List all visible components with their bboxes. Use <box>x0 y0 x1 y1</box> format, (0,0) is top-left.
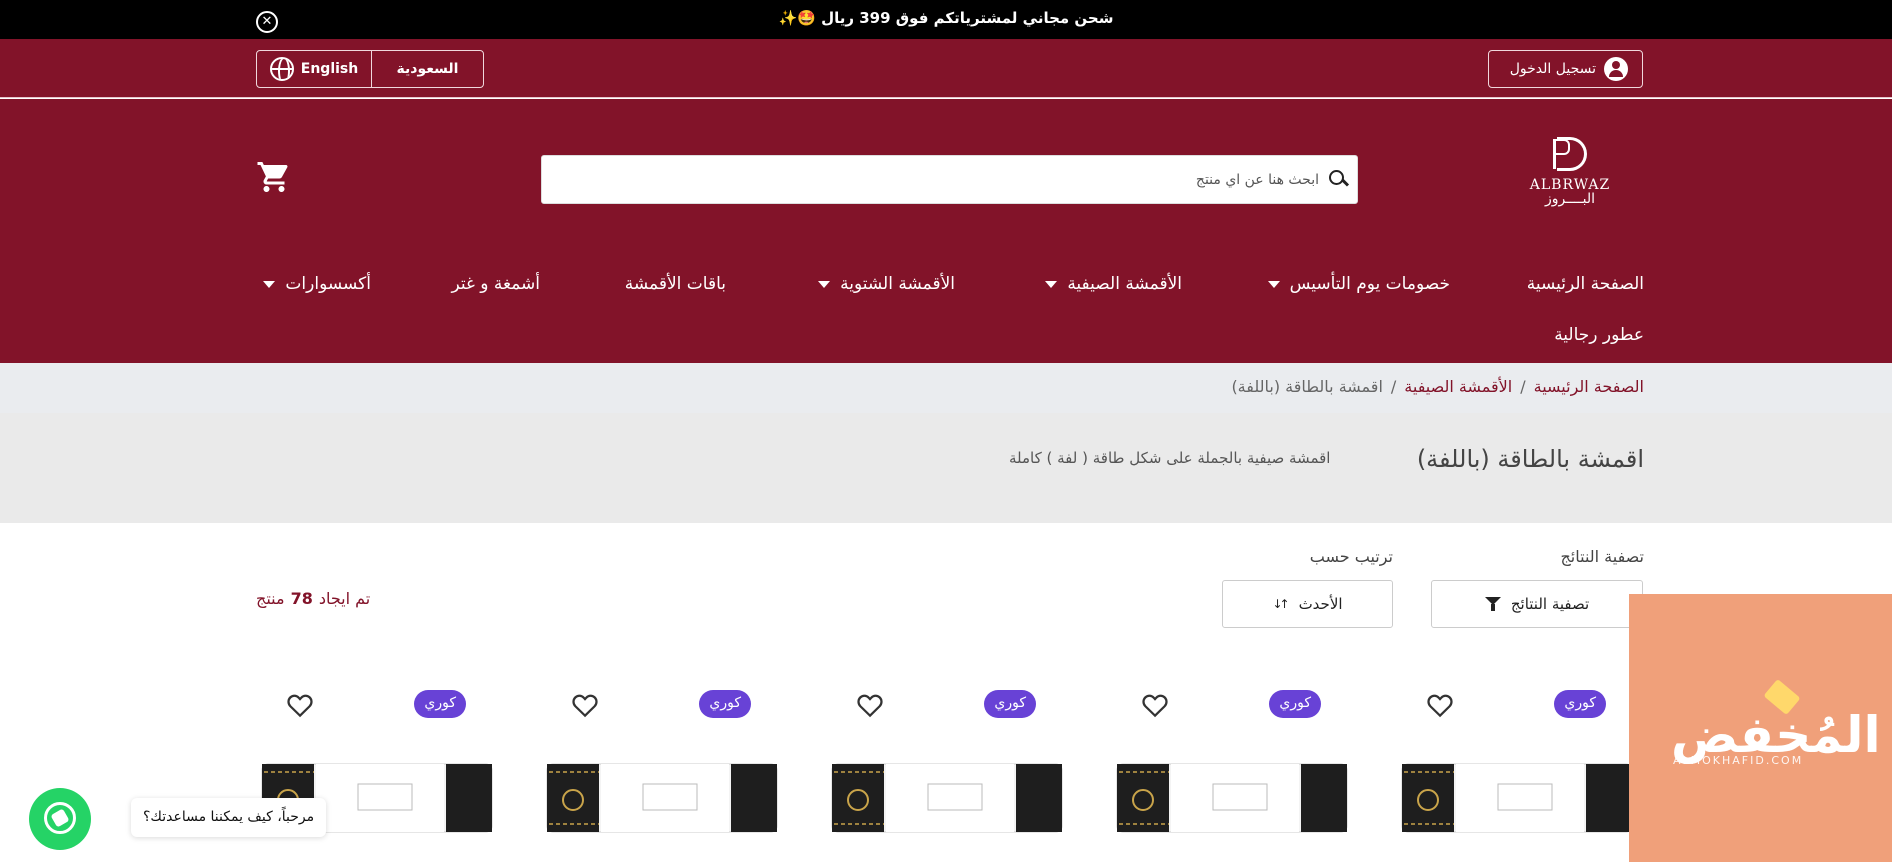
heart-icon[interactable] <box>284 690 316 720</box>
chevron-down-icon <box>1045 280 1058 288</box>
nav-summer-fabrics[interactable]: الأقمشة الصيفية <box>1045 274 1182 294</box>
filter-heading: تصفية النتائج <box>1560 547 1644 566</box>
nav-label: خصومات يوم التأسيس <box>1289 274 1450 294</box>
chevron-down-icon <box>263 280 276 288</box>
category-description: اقمشة صيفية بالجملة على شكل طاقة ( لفة )… <box>1009 449 1331 467</box>
fabric-roll-image <box>831 763 1063 833</box>
nav-mens-perfumes[interactable]: عطور رجالية <box>1554 325 1644 345</box>
results-count: تم ايجاد 78 منتج <box>256 589 370 608</box>
close-icon[interactable]: ✕ <box>256 11 278 33</box>
login-label: تسجيل الدخول <box>1509 61 1596 77</box>
fabric-roll-image <box>1401 763 1633 833</box>
globe-icon <box>269 57 294 81</box>
nav-accessories[interactable]: أكسسوارات <box>263 274 371 294</box>
product-badge: كوري <box>1269 690 1321 718</box>
user-account-icon <box>1604 57 1628 81</box>
nav-label: أشمغة و غتر <box>451 274 540 294</box>
product-badge: كوري <box>1554 690 1606 718</box>
fabric-roll-image <box>1116 763 1348 833</box>
breadcrumb-bar: الصفحة الرئيسية / الأقمشة الصيفية / اقمش… <box>0 363 1892 413</box>
fabric-roll-image <box>546 763 778 833</box>
product-card[interactable]: كوري <box>830 690 1064 862</box>
count-prefix: تم ايجاد <box>318 589 371 608</box>
nav-label: الأقمشة الشتوية <box>840 274 955 294</box>
whatsapp-button[interactable] <box>29 788 91 850</box>
nav-fabric-bundles[interactable]: باقات الأقمشة <box>625 274 726 294</box>
chevron-down-icon <box>1267 280 1280 288</box>
nav-home[interactable]: الصفحة الرئيسية <box>1527 274 1644 294</box>
product-card[interactable]: كوري <box>1400 690 1634 862</box>
product-badge: كوري <box>699 690 751 718</box>
sort-value: الأحدث <box>1298 595 1343 613</box>
sort-arrows-icon: ↑↓ <box>1272 597 1289 611</box>
category-header: اقمشة بالطاقة (باللفة) اقمشة صيفية بالجم… <box>0 413 1892 523</box>
search-icon[interactable] <box>1328 170 1348 190</box>
logo-text-ar: البــــروز <box>1544 191 1596 207</box>
nav-label: أكسسوارات <box>285 274 371 294</box>
language-button[interactable]: English <box>257 51 371 87</box>
filter-button-label: تصفية النتائج <box>1510 595 1590 613</box>
nav-label: عطور رجالية <box>1554 325 1644 345</box>
site-header: ALBRWAZ البــــروز الصفحة الرئيسية خصوما… <box>0 99 1892 363</box>
breadcrumb-parent[interactable]: الأقمشة الصيفية <box>1404 377 1512 396</box>
filter-button[interactable]: تصفية النتائج <box>1431 580 1643 628</box>
nav-label: الصفحة الرئيسية <box>1526 274 1644 294</box>
heart-icon[interactable] <box>569 690 601 720</box>
heart-icon[interactable] <box>1139 690 1171 720</box>
watermark-text-en: ALMOKHAFID.COM <box>1673 754 1804 767</box>
nav-label: الأقمشة الصيفية <box>1067 274 1182 294</box>
breadcrumb-home[interactable]: الصفحة الرئيسية <box>1534 377 1644 396</box>
site-logo[interactable]: ALBRWAZ البــــروز <box>1527 137 1613 217</box>
product-card[interactable]: كوري <box>545 690 779 862</box>
language-label: English <box>300 61 359 77</box>
nav-shemaghs[interactable]: أشمغة و غتر <box>451 274 540 294</box>
page-title: اقمشة بالطاقة (باللفة) <box>1416 445 1644 473</box>
login-button[interactable]: تسجيل الدخول <box>1488 50 1643 88</box>
chevron-down-icon <box>818 280 831 288</box>
nav-winter-fabrics[interactable]: الأقمشة الشتوية <box>818 274 955 294</box>
announcement-text: شحن مجاني لمشترياتكم فوق 399 ريال 🤩✨ <box>778 9 1114 27</box>
heart-icon[interactable] <box>854 690 886 720</box>
product-badge: كوري <box>414 690 466 718</box>
nav-founding-day-discounts[interactable]: خصومات يوم التأسيس <box>1267 274 1450 294</box>
breadcrumb-separator: / <box>1390 377 1397 396</box>
breadcrumb-current: اقمشة بالطاقة (باللفة) <box>1231 377 1383 396</box>
shopping-cart-icon[interactable] <box>256 159 292 195</box>
announcement-bar: شحن مجاني لمشترياتكم فوق 399 ريال 🤩✨ ✕ <box>0 0 1892 39</box>
count-suffix: منتج <box>256 589 285 608</box>
search-input[interactable] <box>579 156 1319 203</box>
country-button[interactable]: السعودية <box>371 51 483 87</box>
locale-switcher: English السعودية <box>256 50 484 88</box>
count-value: 78 <box>290 589 313 608</box>
search-box <box>541 155 1358 204</box>
logo-mark-icon <box>1551 137 1589 173</box>
whatsapp-greeting[interactable]: مرحباً، كيف يمكننا مساعدتك؟ <box>131 798 327 837</box>
sort-heading: ترتيب حسب <box>1309 547 1393 566</box>
watermark-overlay: المُخفض ALMOKHAFID.COM <box>1629 594 1892 862</box>
filter-funnel-icon <box>1484 597 1501 611</box>
product-badge: كوري <box>984 690 1036 718</box>
heart-icon[interactable] <box>1424 690 1456 720</box>
nav-label: باقات الأقمشة <box>624 274 726 294</box>
breadcrumb: الصفحة الرئيسية / الأقمشة الصيفية / اقمش… <box>1231 377 1644 396</box>
user-bar: تسجيل الدخول English السعودية <box>0 39 1892 98</box>
sort-select[interactable]: الأحدث ↑↓ <box>1222 580 1393 628</box>
product-card[interactable]: كوري <box>1115 690 1349 862</box>
breadcrumb-separator: / <box>1520 377 1526 396</box>
